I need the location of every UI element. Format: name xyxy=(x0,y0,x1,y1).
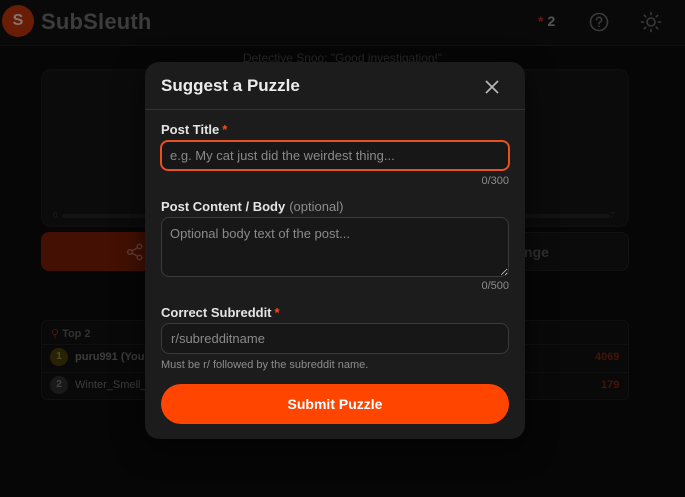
optional-tag: (optional) xyxy=(289,199,344,214)
subreddit-label: Correct Subreddit * xyxy=(161,305,280,320)
post-body-char-counter: 0/500 xyxy=(481,280,509,292)
close-icon[interactable] xyxy=(481,76,503,98)
post-title-char-counter: 0/300 xyxy=(481,175,509,187)
subreddit-input[interactable] xyxy=(161,323,509,354)
post-body-textarea[interactable] xyxy=(161,217,509,277)
required-marker: * xyxy=(274,305,280,320)
post-title-label: Post Title * xyxy=(161,122,227,137)
dialog-header: Suggest a Puzzle xyxy=(145,62,525,110)
suggest-puzzle-dialog: Suggest a Puzzle Post Title* 0/300 Post … xyxy=(145,62,525,439)
post-body-label-text: Post Content / Body xyxy=(161,199,286,214)
dialog-title: Suggest a Puzzle xyxy=(161,76,300,95)
post-body-label: Post Content / Body (optional) xyxy=(161,199,343,214)
post-title-input[interactable] xyxy=(160,140,510,171)
subreddit-hint: Must be r/ followed by the subreddit nam… xyxy=(161,359,369,371)
subreddit-label-text: Correct Subreddit xyxy=(161,305,272,320)
submit-puzzle-button[interactable]: Submit Puzzle xyxy=(161,384,509,424)
required-marker: * xyxy=(222,122,228,137)
post-title-label-text: Post Title xyxy=(161,122,220,137)
